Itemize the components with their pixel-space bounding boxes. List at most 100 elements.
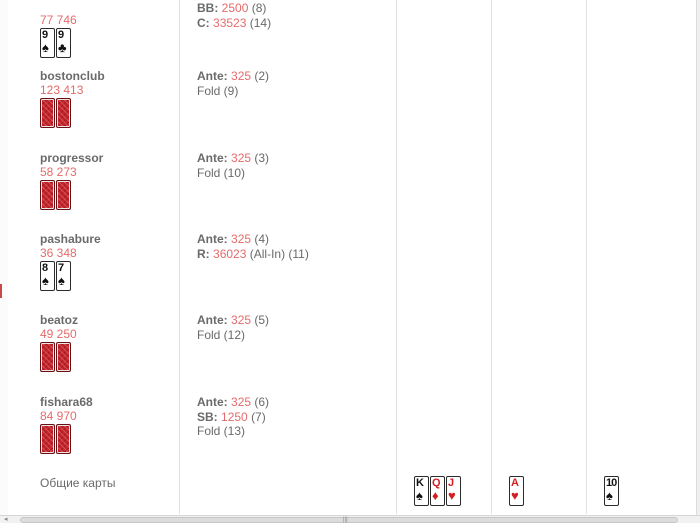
card-back xyxy=(56,342,71,372)
card-back xyxy=(40,180,55,210)
board-river: 10 ♠ xyxy=(604,476,620,506)
column-divider xyxy=(396,0,397,514)
scrollbar-thumb[interactable] xyxy=(20,517,678,523)
hand-history-page: 77 746 9 ♠ 9 ♣ BB: 2500 (8) C: 33523 (14) bosto… xyxy=(0,0,700,523)
left-edge xyxy=(0,0,8,515)
player-stack: 49 250 xyxy=(40,327,77,341)
action-order: (14) xyxy=(249,15,272,30)
action-amount: 36023 xyxy=(213,246,247,261)
action-order: (4) xyxy=(254,232,270,246)
horizontal-scrollbar[interactable]: ◂ ||| xyxy=(0,515,700,523)
player-row: fishara68 84 970 xyxy=(40,395,170,454)
card-back xyxy=(40,424,55,454)
playing-card: 9 ♠ xyxy=(40,28,55,58)
action-amount: 325 xyxy=(231,69,252,83)
card-back xyxy=(40,98,55,128)
action-order: (8) xyxy=(251,1,267,15)
player-stack: 123 413 xyxy=(40,83,84,97)
player-row: pashabure 36 348 8 ♠ 7 ♠ xyxy=(40,232,170,291)
action-amount: 2500 xyxy=(221,1,249,15)
action-label: Ante: xyxy=(197,69,228,83)
board-flop: K ♠ Q ♦ J ♥ xyxy=(414,476,462,506)
action-line: Fold (13) xyxy=(197,424,392,439)
card-back xyxy=(56,180,71,210)
action-line: Fold (10) xyxy=(197,166,392,181)
action-label: Ante: xyxy=(197,151,228,165)
right-scrollbar-edge[interactable] xyxy=(696,0,700,515)
player-stack: 84 970 xyxy=(40,409,77,423)
action-amount: 325 xyxy=(231,313,252,327)
action-line: C: 33523 (14) xyxy=(197,16,392,31)
player-stack: 77 746 xyxy=(40,13,77,27)
action-order: (2) xyxy=(254,69,270,83)
action-label: SB: xyxy=(197,409,218,424)
player-actions: Ante: 325 (2) Fold (9) xyxy=(197,69,392,98)
action-amount: 325 xyxy=(231,395,252,409)
card-suit-icon: ♣ xyxy=(58,40,67,55)
hole-cards xyxy=(40,98,170,128)
column-divider xyxy=(179,0,180,514)
scroll-left-arrow-icon[interactable]: ◂ xyxy=(4,516,8,523)
action-order: (6) xyxy=(254,395,270,409)
action-label: R: xyxy=(197,246,210,261)
hole-cards: 9 ♠ 9 ♣ xyxy=(40,28,170,58)
playing-card: 8 ♠ xyxy=(40,261,55,291)
hole-cards: 8 ♠ 7 ♠ xyxy=(40,261,170,291)
action-line: Fold (9) xyxy=(197,84,392,99)
action-amount: 1250 xyxy=(221,409,248,424)
board-label: Общие карты xyxy=(40,476,116,490)
action-order: (3) xyxy=(254,151,270,165)
action-text: Fold (12) xyxy=(197,327,246,342)
card-suit-icon: ♠ xyxy=(606,488,613,503)
card-suit-icon: ♠ xyxy=(58,273,65,288)
player-name: beatoz xyxy=(40,313,79,327)
player-actions: Ante: 325 (3) Fold (10) xyxy=(197,151,392,180)
action-line: Ante: 325 (5) xyxy=(197,313,392,328)
player-name: pashabure xyxy=(40,232,101,246)
playing-card: A ♥ xyxy=(509,476,524,506)
player-actions: Ante: 325 (6) SB: 1250 (7) Fold (13) xyxy=(197,395,392,439)
action-line: Fold (12) xyxy=(197,328,392,343)
action-line: Ante: 325 (6) xyxy=(197,395,392,410)
player-stack: 58 273 xyxy=(40,165,77,179)
playing-card: 9 ♣ xyxy=(56,28,71,58)
left-edge-marker xyxy=(0,284,2,298)
player-row: progressor 58 273 xyxy=(40,151,170,210)
playing-card: 10 ♠ xyxy=(604,476,619,506)
action-order: (7) xyxy=(251,409,266,424)
card-suit-icon: ♦ xyxy=(432,488,439,503)
player-actions: BB: 2500 (8) C: 33523 (14) xyxy=(197,1,392,30)
hole-cards xyxy=(40,342,170,372)
action-text: Fold (10) xyxy=(197,165,246,180)
action-line: Ante: 325 (3) xyxy=(197,151,392,166)
playing-card: 7 ♠ xyxy=(56,261,71,291)
player-row: beatoz 49 250 xyxy=(40,313,170,372)
player-stack: 36 348 xyxy=(40,246,77,260)
card-suit-icon: ♠ xyxy=(42,40,49,55)
card-suit-icon: ♠ xyxy=(42,273,49,288)
column-divider xyxy=(491,0,492,514)
action-order: (5) xyxy=(254,313,270,327)
player-name: progressor xyxy=(40,151,104,165)
column-divider xyxy=(586,0,587,514)
action-line: R: 36023 (All-In) (11) xyxy=(197,247,392,262)
player-actions: Ante: 325 (4) R: 36023 (All-In) (11) xyxy=(197,232,392,261)
playing-card: K ♠ xyxy=(414,476,429,506)
player-name xyxy=(40,0,170,13)
action-line: Ante: 325 (4) xyxy=(197,232,392,247)
card-back xyxy=(40,342,55,372)
card-suit-icon: ♠ xyxy=(416,488,423,503)
card-back xyxy=(56,424,71,454)
action-label: C: xyxy=(197,15,210,30)
card-back xyxy=(56,98,71,128)
hole-cards xyxy=(40,424,170,454)
action-label: BB: xyxy=(197,1,219,15)
player-name: fishara68 xyxy=(40,395,93,409)
player-actions: Ante: 325 (5) Fold (12) xyxy=(197,313,392,342)
board-turn: A ♥ xyxy=(509,476,525,506)
hole-cards xyxy=(40,180,170,210)
card-suit-icon: ♥ xyxy=(511,488,519,503)
action-amount: 325 xyxy=(231,232,252,246)
action-order: (All-In) (11) xyxy=(249,246,309,261)
action-text: Fold (13) xyxy=(197,424,246,438)
